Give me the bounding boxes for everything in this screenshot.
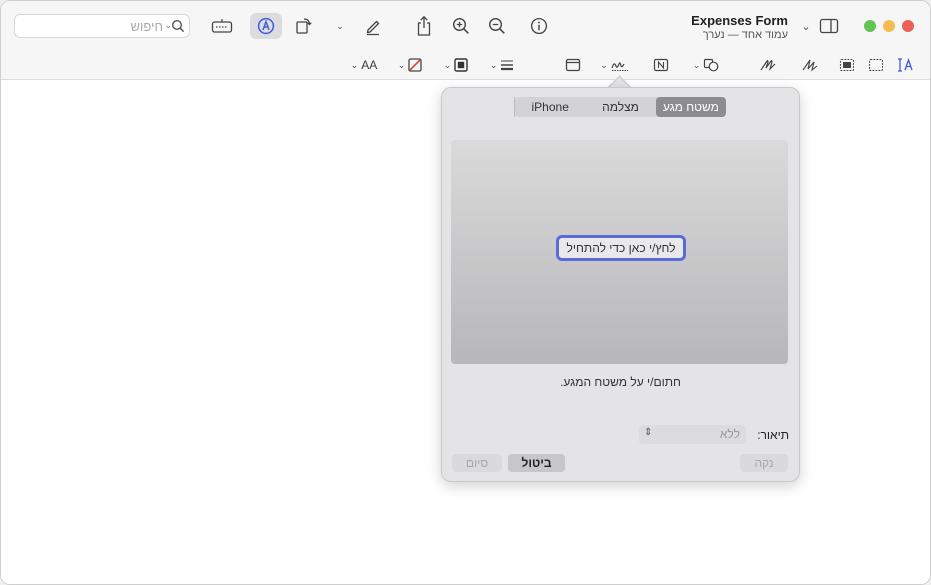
signature-popover: משטח מגע מצלמה iPhone לחץ/י כאן כדי להתח… — [441, 87, 800, 482]
rect-select-icon[interactable] — [861, 54, 891, 76]
signature-source-tabs: משטח מגע מצלמה iPhone — [514, 97, 726, 117]
cancel-button[interactable]: ביטול — [508, 454, 565, 472]
chevron-down-icon: ⌄ — [397, 59, 406, 70]
stepper-icon: ⇕ — [644, 427, 653, 438]
zoom-in-icon[interactable] — [447, 13, 475, 39]
chevron-down-icon: ⌄ — [350, 59, 359, 70]
zoom-button[interactable] — [864, 20, 876, 32]
search-placeholder: חיפוש — [130, 19, 163, 34]
markup-toolbar: ⌄ AA ⌄ ⌄ ⌄ ⌄ ⌄ — [1, 52, 930, 80]
chevron-down-icon: ⌄ — [443, 59, 452, 70]
shapes-icon — [703, 58, 719, 72]
line-style-button[interactable]: ⌄ — [487, 54, 517, 76]
signature-icon — [610, 58, 630, 72]
draw-icon[interactable] — [753, 54, 783, 76]
description-label: תיאור: — [757, 428, 789, 442]
tab-iphone[interactable]: iPhone — [514, 97, 585, 117]
chevron-down-icon[interactable]: ⌄ — [327, 13, 353, 39]
window-title: Expenses Form — [691, 13, 788, 28]
sketch-icon[interactable] — [795, 54, 825, 76]
zoom-out-icon[interactable] — [483, 13, 511, 39]
smart-lasso-icon[interactable] — [832, 54, 862, 76]
border-color-button[interactable]: ⌄ — [441, 54, 471, 76]
signature-button[interactable]: ⌄ — [598, 54, 632, 76]
search-field[interactable]: חיפוש ⌄ — [14, 14, 190, 38]
markup-icon[interactable] — [250, 13, 282, 39]
chevron-down-icon: ⌄ — [489, 59, 498, 70]
close-button[interactable] — [902, 20, 914, 32]
sidebar-icon[interactable] — [815, 13, 843, 39]
chevron-down-icon: ⌄ — [692, 59, 701, 70]
textbox-icon[interactable] — [646, 54, 676, 76]
description-value: ללא — [719, 427, 740, 441]
tab-camera[interactable]: מצלמה — [585, 97, 655, 117]
done-button[interactable]: סיום — [452, 454, 502, 472]
window-subtitle: עמוד אחד — נערך — [702, 29, 788, 41]
click-to-begin-button[interactable]: לחץ/י כאן כדי להתחיל — [556, 235, 686, 261]
fill-color-icon — [408, 58, 422, 72]
minimize-button[interactable] — [883, 20, 895, 32]
text-cursor-icon[interactable] — [891, 54, 921, 76]
border-color-icon — [454, 58, 468, 72]
info-icon[interactable] — [525, 13, 553, 39]
description-select[interactable]: ללא ⇕ — [639, 425, 746, 444]
chevron-down-icon: ⌄ — [600, 59, 608, 70]
highlight-pen-icon[interactable] — [359, 13, 387, 39]
fill-color-button[interactable]: ⌄ — [395, 54, 425, 76]
title-bar: חיפוש ⌄ ⌄ Expenses Form עמוד אחד — נערך … — [1, 1, 930, 52]
signature-pad[interactable]: לחץ/י כאן כדי להתחיל — [451, 140, 788, 364]
text-style-label: AA — [361, 58, 378, 72]
line-style-icon — [500, 59, 514, 71]
signature-instruction: חתום/י על משטח המגע. — [560, 375, 681, 389]
share-icon[interactable] — [410, 13, 438, 39]
shapes-button[interactable]: ⌄ — [689, 54, 723, 76]
window-title-block: Expenses Form עמוד אחד — נערך — [691, 13, 788, 41]
rotate-icon[interactable] — [290, 13, 318, 39]
clear-button[interactable]: נקה — [740, 454, 788, 472]
text-style-button[interactable]: ⌄ AA — [347, 54, 381, 76]
note-icon[interactable] — [558, 54, 588, 76]
search-icon — [171, 19, 185, 38]
chevron-down-icon[interactable]: ⌄ — [796, 13, 816, 39]
tab-trackpad[interactable]: משטח מגע — [655, 97, 726, 117]
keyboard-icon[interactable] — [208, 13, 236, 39]
